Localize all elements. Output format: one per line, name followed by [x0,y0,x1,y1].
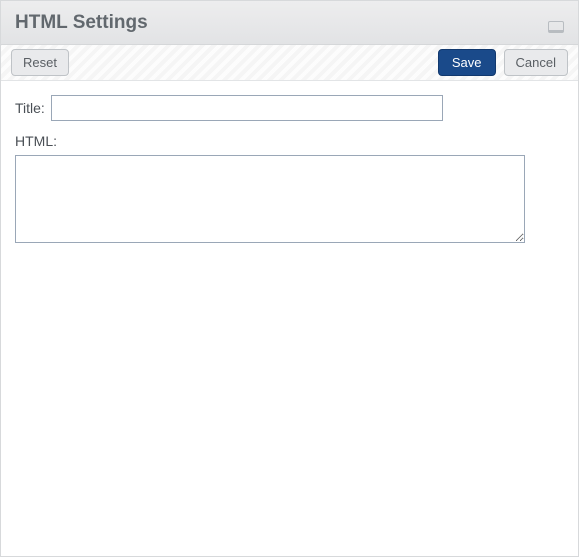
html-label: HTML: [15,133,558,149]
toolbar: Reset Save Cancel [1,45,578,81]
title-row: Title: [15,95,564,121]
window-icon [548,21,564,33]
form-area: Title: HTML: [1,81,578,257]
panel-title: HTML Settings [15,12,148,34]
html-row: HTML: [15,133,564,243]
title-input[interactable] [51,95,443,121]
reset-button[interactable]: Reset [11,49,69,77]
settings-panel: HTML Settings Reset Save Cancel Title: H… [0,0,579,557]
title-label: Title: [15,100,45,116]
cancel-button[interactable]: Cancel [504,49,568,77]
html-input[interactable] [15,155,525,243]
toolbar-right: Save Cancel [438,49,568,77]
panel-header: HTML Settings [1,1,578,45]
save-button[interactable]: Save [438,49,496,77]
